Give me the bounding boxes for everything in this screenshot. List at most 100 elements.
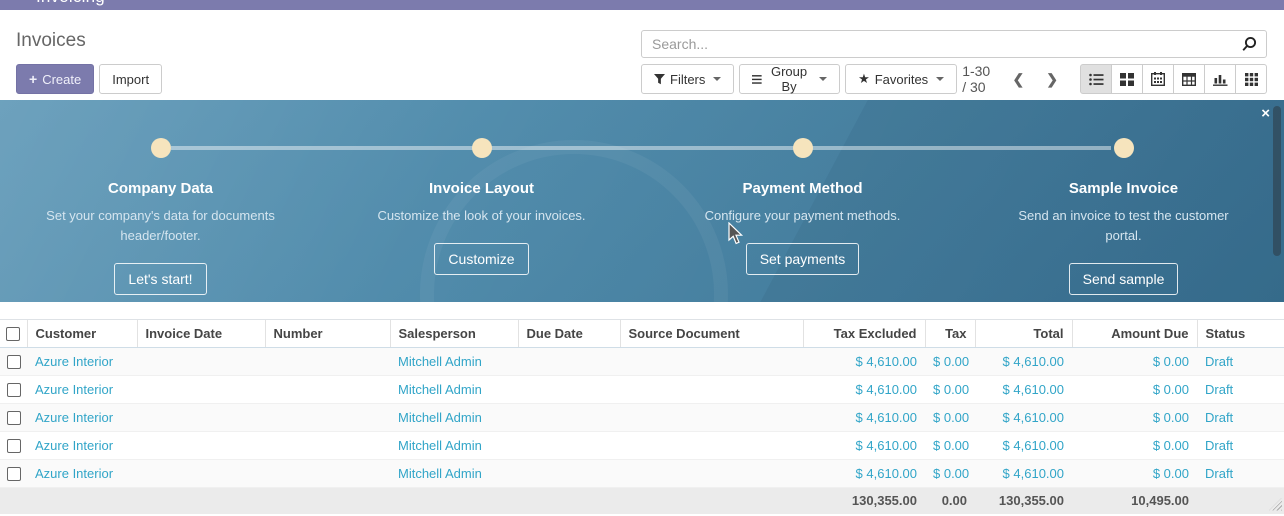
group-by-button[interactable]: Group By [739, 64, 840, 94]
cell-salesperson: Mitchell Admin [390, 432, 518, 460]
bars-icon [752, 74, 762, 85]
cell-tax: $ 0.00 [925, 404, 975, 432]
chevron-down-icon [713, 77, 721, 81]
lets-start-button[interactable]: Let's start! [114, 263, 206, 295]
cell-status: Draft [1197, 460, 1284, 488]
select-all-checkbox[interactable] [6, 327, 20, 341]
cell-number [265, 404, 390, 432]
funnel-icon [654, 74, 665, 85]
scrollbar-thumb[interactable] [1273, 106, 1281, 256]
column-header-invoice-date[interactable]: Invoice Date [137, 320, 265, 348]
import-button[interactable]: Import [99, 64, 162, 94]
footer-total: 130,355.00 [975, 488, 1072, 514]
cell-status: Draft [1197, 376, 1284, 404]
action-buttons: + Create Import [16, 64, 162, 94]
cell-total: $ 4,610.00 [975, 432, 1072, 460]
cell-total: $ 4,610.00 [975, 460, 1072, 488]
pivot-view-button[interactable] [1173, 64, 1205, 94]
close-icon[interactable]: × [1261, 106, 1270, 121]
cell-invoice-date [137, 348, 265, 376]
step-title: Invoice Layout [429, 180, 534, 197]
bar-chart-icon [1213, 73, 1228, 86]
column-header-status[interactable]: Status [1197, 320, 1284, 348]
column-header-total[interactable]: Total [975, 320, 1072, 348]
cell-invoice-date [137, 404, 265, 432]
row-checkbox[interactable] [7, 355, 21, 369]
cell-invoice-date [137, 460, 265, 488]
activity-view-button[interactable] [1235, 64, 1267, 94]
step-dot [793, 138, 813, 158]
cell-customer: Azure Interior [27, 404, 137, 432]
search-input[interactable] [642, 36, 1233, 52]
cell-status: Draft [1197, 432, 1284, 460]
cell-number [265, 432, 390, 460]
table-row[interactable]: Azure InteriorMitchell Admin$ 4,610.00$ … [0, 376, 1284, 404]
row-checkbox[interactable] [7, 467, 21, 481]
cell-customer: Azure Interior [27, 376, 137, 404]
cell-number [265, 376, 390, 404]
cell-due-date [518, 432, 620, 460]
footer-tax: 0.00 [925, 488, 975, 514]
cell-tax-excluded: $ 4,610.00 [803, 376, 925, 404]
column-header-salesperson[interactable]: Salesperson [390, 320, 518, 348]
filters-button[interactable]: Filters [641, 64, 734, 94]
cell-source-document [620, 376, 803, 404]
column-header-tax[interactable]: Tax [925, 320, 975, 348]
calendar-view-button[interactable] [1142, 64, 1174, 94]
favorites-button[interactable]: ★ Favorites [845, 64, 957, 94]
list-view-button[interactable] [1080, 64, 1112, 94]
pager: 1-30 / 30 ❮ ❯ [962, 63, 1080, 95]
pager-previous-button[interactable]: ❮ [1011, 69, 1027, 90]
cell-amount-due: $ 0.00 [1072, 460, 1197, 488]
footer-tax-excluded: 130,355.00 [803, 488, 925, 514]
search-icon[interactable] [1233, 36, 1266, 53]
kanban-view-button[interactable] [1111, 64, 1143, 94]
table-row[interactable]: Azure InteriorMitchell Admin$ 4,610.00$ … [0, 404, 1284, 432]
column-header-source-document[interactable]: Source Document [620, 320, 803, 348]
table-row[interactable]: Azure InteriorMitchell Admin$ 4,610.00$ … [0, 432, 1284, 460]
cell-invoice-date [137, 432, 265, 460]
chevron-down-icon [819, 77, 827, 81]
pager-next-button[interactable]: ❯ [1044, 69, 1060, 90]
search-box [641, 30, 1267, 58]
calendar-icon [1151, 72, 1165, 86]
row-checkbox[interactable] [7, 383, 21, 397]
step-title: Company Data [108, 180, 213, 197]
column-header-number[interactable]: Number [265, 320, 390, 348]
create-button[interactable]: + Create [16, 64, 94, 94]
view-switcher [1080, 64, 1267, 94]
graph-view-button[interactable] [1204, 64, 1236, 94]
table-row[interactable]: Azure InteriorMitchell Admin$ 4,610.00$ … [0, 460, 1284, 488]
footer-amount-due: 10,495.00 [1072, 488, 1197, 514]
pager-range: 1-30 / 30 [962, 63, 996, 95]
step-sample-invoice: Sample Invoice Send an invoice to test t… [963, 100, 1284, 302]
set-payments-button[interactable]: Set payments [746, 243, 860, 275]
cell-source-document [620, 460, 803, 488]
cell-amount-due: $ 0.00 [1072, 376, 1197, 404]
onboarding-steps: Company Data Set your company's data for… [0, 100, 1284, 302]
app-name[interactable]: Invoicing [36, 0, 105, 7]
cell-tax-excluded: $ 4,610.00 [803, 404, 925, 432]
column-header-amount-due[interactable]: Amount Due [1072, 320, 1197, 348]
column-header-due-date[interactable]: Due Date [518, 320, 620, 348]
row-checkbox[interactable] [7, 411, 21, 425]
column-header-customer[interactable]: Customer [27, 320, 137, 348]
cell-total: $ 4,610.00 [975, 404, 1072, 432]
list-icon [1089, 73, 1104, 86]
step-description: Customize the look of your invoices. [377, 206, 585, 226]
cell-salesperson: Mitchell Admin [390, 460, 518, 488]
step-dot [1114, 138, 1134, 158]
cell-source-document [620, 348, 803, 376]
column-header-tax-excluded[interactable]: Tax Excluded [803, 320, 925, 348]
send-sample-button[interactable]: Send sample [1069, 263, 1179, 295]
step-dot [472, 138, 492, 158]
plus-icon: + [29, 72, 37, 86]
cell-total: $ 4,610.00 [975, 376, 1072, 404]
step-description: Send an invoice to test the customer por… [1006, 206, 1241, 246]
pivot-icon [1182, 73, 1196, 86]
row-checkbox[interactable] [7, 439, 21, 453]
table-row[interactable]: Azure InteriorMitchell Admin$ 4,610.00$ … [0, 348, 1284, 376]
customize-button[interactable]: Customize [434, 243, 528, 275]
step-payment-method: Payment Method Configure your payment me… [642, 100, 963, 302]
cell-tax: $ 0.00 [925, 460, 975, 488]
